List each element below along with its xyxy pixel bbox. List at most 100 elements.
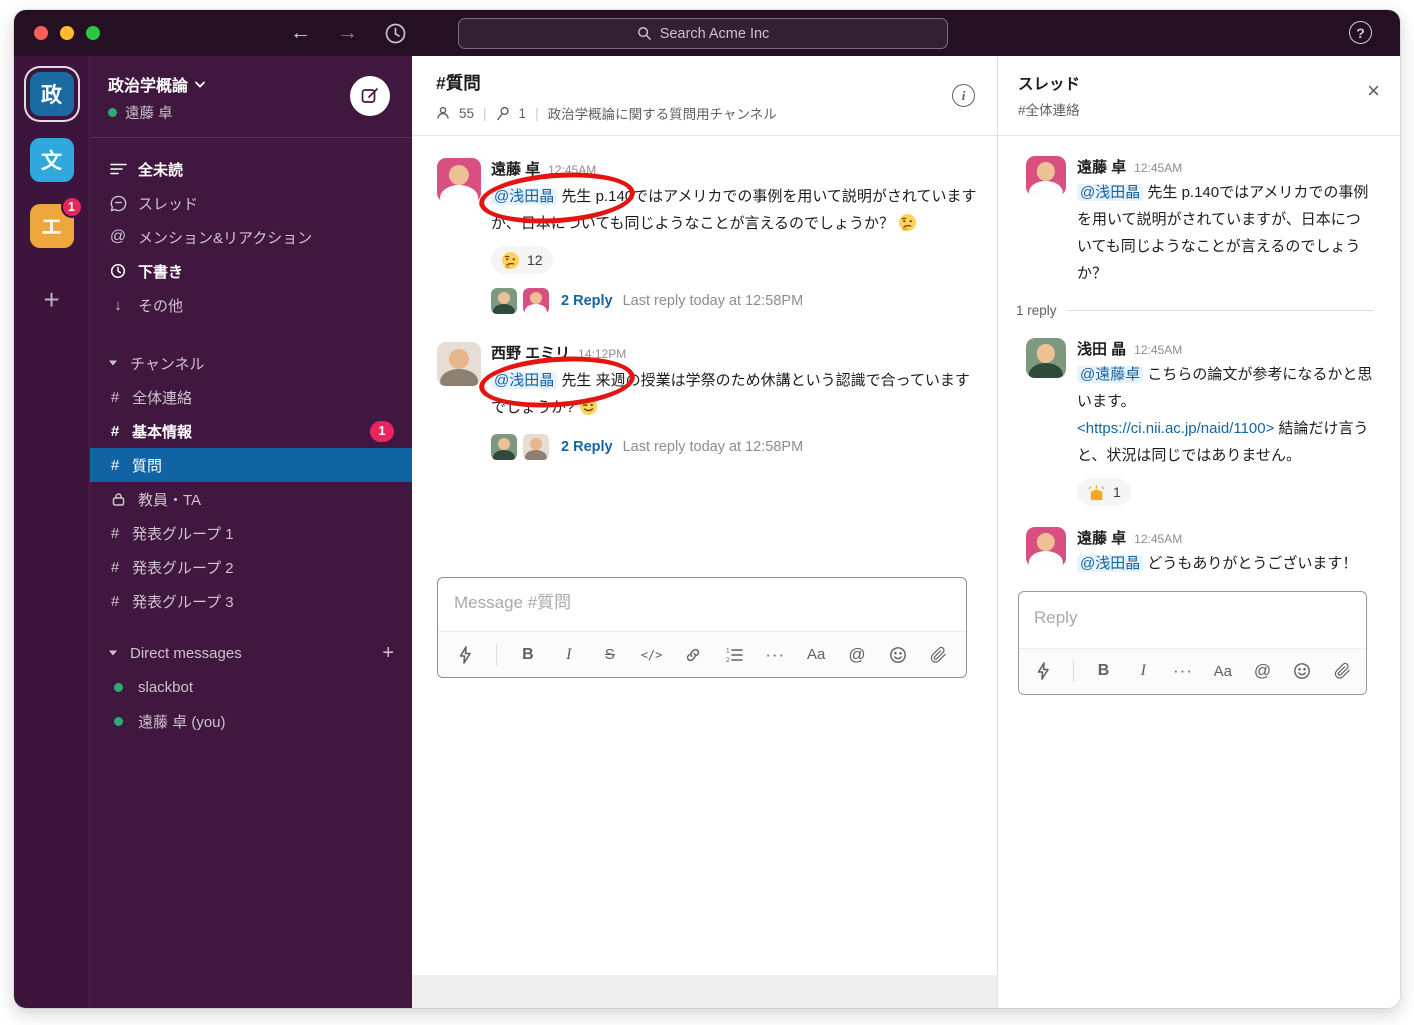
ordered-list-button[interactable]: 12 — [724, 643, 744, 667]
avatar[interactable] — [1026, 527, 1066, 567]
message-text: @浅田晶 先生 p.140ではアメリカでの事例を用いて説明がされていますが、日本… — [1077, 179, 1374, 287]
user-mention[interactable]: @遠藤卓 — [1077, 366, 1143, 383]
avatar[interactable] — [437, 342, 481, 386]
more-actions-button[interactable]: ··· — [1173, 659, 1193, 683]
pin-icon[interactable] — [496, 106, 510, 121]
sidebar-item-threads[interactable]: スレッド — [90, 186, 412, 220]
hash-icon: # — [108, 389, 122, 406]
channel-item-group2[interactable]: # 発表グループ 2 — [90, 550, 412, 584]
channel-info-icon[interactable]: i — [952, 84, 975, 107]
pin-count[interactable]: 1 — [519, 106, 527, 121]
chevron-down-icon — [194, 80, 206, 89]
thread-pane: スレッド #全体連絡 × 遠藤 卓 12:45AM @浅田晶 先生 p.140で… — [997, 56, 1400, 1008]
message-author[interactable]: 浅田 晶 — [1077, 338, 1126, 359]
message-timestamp[interactable]: 14:12PM — [578, 347, 626, 361]
dm-item-self[interactable]: 遠藤 卓 (you) — [90, 704, 412, 738]
search-bar[interactable]: Search Acme Inc — [458, 18, 948, 49]
channel-item-kihon[interactable]: # 基本情報 1 — [90, 414, 412, 448]
mention-button[interactable]: @ — [1253, 659, 1273, 683]
attach-paperclip-icon[interactable] — [929, 643, 949, 667]
hash-icon: # — [108, 423, 122, 440]
sidebar-item-mentions[interactable]: @ メンション&リアクション — [90, 220, 412, 254]
thread-reply-input[interactable] — [1019, 592, 1366, 648]
thread-reply-bar[interactable]: 2 Reply Last reply today at 12:58PM — [491, 288, 977, 314]
threads-bubble-icon — [108, 195, 128, 212]
add-dm-button[interactable]: + — [382, 642, 394, 665]
sidebar-item-more[interactable]: ↓ その他 — [90, 288, 412, 322]
avatar[interactable] — [437, 158, 481, 202]
dm-item-slackbot[interactable]: slackbot — [90, 670, 412, 704]
shortcuts-lightning-icon[interactable] — [455, 643, 475, 667]
message-author[interactable]: 遠藤 卓 — [1077, 156, 1126, 177]
message-author[interactable]: 遠藤 卓 — [1077, 527, 1126, 548]
workspace-icon-sei[interactable]: 政 — [30, 72, 74, 116]
more-actions-button[interactable]: ··· — [765, 643, 785, 667]
history-clock-icon[interactable] — [384, 22, 407, 45]
avatar[interactable] — [1026, 338, 1066, 378]
channel-item-kyoin-ta[interactable]: 教員・TA — [90, 482, 412, 516]
avatar[interactable] — [1026, 156, 1066, 196]
sidebar-item-all-unreads[interactable]: 全未読 — [90, 152, 412, 186]
workspace-icon-bun[interactable]: 文 — [30, 138, 74, 182]
reaction-pill[interactable]: 1 — [1077, 478, 1131, 506]
link-button[interactable] — [683, 643, 703, 667]
bold-button[interactable]: B — [1094, 659, 1114, 683]
channels-section-header[interactable]: チャンネル — [90, 346, 412, 380]
attach-paperclip-icon[interactable] — [1332, 659, 1352, 683]
add-workspace-button[interactable]: + — [43, 284, 59, 316]
text-format-button[interactable]: Aa — [1213, 659, 1233, 683]
message-author[interactable]: 西野 エミリ — [491, 342, 570, 363]
svg-text:1: 1 — [726, 647, 730, 654]
message-timestamp[interactable]: 12:45AM — [1134, 161, 1182, 175]
user-mention[interactable]: @浅田晶 — [1077, 555, 1143, 572]
reply-count-link[interactable]: 2 Reply — [561, 293, 613, 309]
user-mention[interactable]: @浅田晶 — [491, 372, 557, 389]
thread-reply-bar[interactable]: 2 Reply Last reply today at 12:58PM — [491, 434, 977, 460]
history-back-icon[interactable]: ← — [290, 19, 311, 47]
new-message-button[interactable] — [350, 76, 390, 116]
strikethrough-button[interactable]: S — [600, 643, 620, 667]
bold-button[interactable]: B — [518, 643, 538, 667]
emoji-button[interactable] — [1292, 659, 1312, 683]
reaction-pill[interactable]: 12 — [491, 246, 553, 274]
mention-button[interactable]: @ — [847, 643, 867, 667]
message-timestamp[interactable]: 12:45AM — [548, 163, 596, 177]
minimize-window-button[interactable] — [60, 26, 74, 40]
message-composer: B I S </> 12 ··· Aa @ — [437, 577, 967, 678]
user-mention[interactable]: @浅田晶 — [1077, 184, 1143, 201]
thinking-face-emoji — [898, 213, 917, 232]
user-mention[interactable]: @浅田晶 — [491, 188, 557, 205]
thread-header: スレッド #全体連絡 × — [998, 56, 1400, 136]
emoji-button[interactable] — [888, 643, 908, 667]
shortcuts-lightning-icon[interactable] — [1033, 659, 1053, 683]
code-button[interactable]: </> — [641, 643, 663, 667]
channel-topic[interactable]: 政治学概論に関する質問用チャンネル — [548, 103, 777, 123]
dm-section-header[interactable]: Direct messages + — [90, 636, 412, 670]
member-count[interactable]: 55 — [459, 106, 474, 121]
italic-button[interactable]: I — [1133, 659, 1153, 683]
workspace-icon-e[interactable]: エ 1 — [30, 204, 74, 248]
channel-item-zentai[interactable]: # 全体連絡 — [90, 380, 412, 414]
zoom-window-button[interactable] — [86, 26, 100, 40]
message-timestamp[interactable]: 12:45AM — [1134, 532, 1182, 546]
message-input[interactable] — [438, 578, 966, 631]
reply-count-link[interactable]: 2 Reply — [561, 439, 613, 455]
text-format-button[interactable]: Aa — [806, 643, 826, 667]
members-icon[interactable] — [436, 106, 450, 120]
thread-root-message: 遠藤 卓 12:45AM @浅田晶 先生 p.140ではアメリカでの事例を用いて… — [998, 156, 1400, 287]
arrow-down-icon: ↓ — [108, 297, 128, 314]
italic-button[interactable]: I — [559, 643, 579, 667]
paper-link[interactable]: <https://ci.nii.ac.jp/naid/1100> — [1077, 420, 1274, 437]
section-chevron-icon — [108, 359, 118, 367]
history-forward-icon[interactable]: → — [337, 19, 358, 47]
close-window-button[interactable] — [34, 26, 48, 40]
channel-item-group1[interactable]: # 発表グループ 1 — [90, 516, 412, 550]
message-timestamp[interactable]: 12:45AM — [1134, 343, 1182, 357]
close-icon[interactable]: × — [1367, 80, 1380, 102]
help-icon[interactable]: ? — [1349, 21, 1372, 44]
composer-toolbar: B I S </> 12 ··· Aa @ — [438, 631, 966, 677]
channel-item-shitsumon[interactable]: # 質問 — [90, 448, 412, 482]
channel-item-group3[interactable]: # 発表グループ 3 — [90, 584, 412, 618]
sidebar-item-drafts[interactable]: 下書き — [90, 254, 412, 288]
message-author[interactable]: 遠藤 卓 — [491, 158, 540, 179]
